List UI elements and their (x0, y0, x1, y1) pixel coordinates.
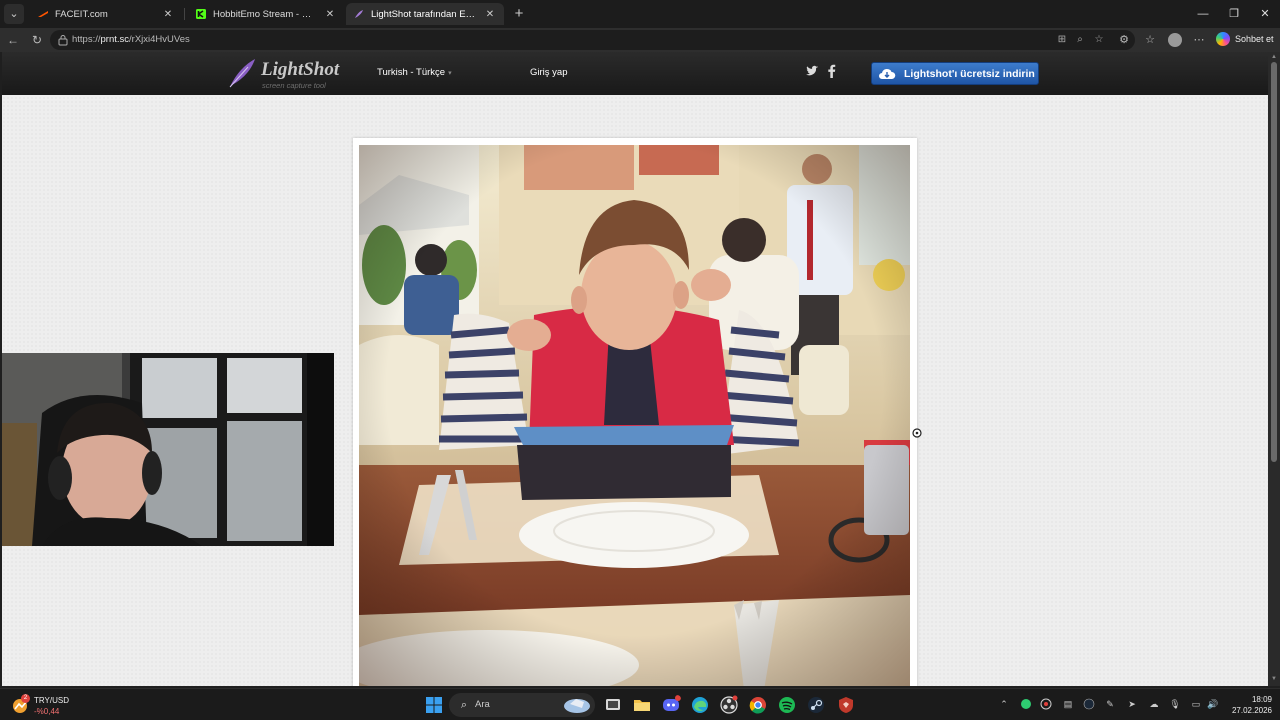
browser-toolbar: ← ↻ https://prnt.sc/rXjxi4HvUVes ⊞ ⌕ ☆ ⚙… (0, 28, 1280, 52)
spotify-icon[interactable] (777, 695, 797, 715)
faceit-icon (38, 11, 48, 17)
address-bar[interactable]: https://prnt.sc/rXjxi4HvUVes ⊞ ⌕ ☆ (50, 30, 1135, 50)
display-icon[interactable]: ▭ (1190, 698, 1202, 710)
chevron-down-icon: ▾ (448, 70, 452, 77)
language-label: Turkish - Türkçe (377, 67, 446, 78)
url-text: https://prnt.sc/rXjxi4HvUVes (72, 34, 190, 45)
tab-title: HobbitEmo Stream - Watch Live on Kick (213, 8, 318, 20)
lightshot-tray-icon[interactable]: ✎ (1104, 698, 1116, 710)
task-view-icon[interactable] (603, 695, 623, 715)
brand-tagline: screen capture tool (262, 81, 326, 90)
search-icon: ⌕ (460, 699, 468, 711)
tab-title: LightShot tarafından Ekran Görüntüsü (371, 8, 478, 20)
copilot-label: Sohbet et (1235, 34, 1274, 44)
new-tab-button[interactable]: + (510, 5, 528, 23)
restore-button[interactable]: ❐ (1217, 0, 1251, 28)
language-selector[interactable]: Turkish - Türkçe ▾ (377, 67, 452, 78)
tab-actions-menu[interactable]: ⌄ (4, 4, 24, 24)
clock-date: 27.02.2026 (1231, 706, 1272, 715)
tray-app-icon[interactable]: ▤ (1062, 698, 1074, 710)
close-icon[interactable]: ✕ (324, 9, 336, 20)
lightshot-icon (355, 10, 363, 18)
lock-icon (58, 35, 68, 46)
zoom-icon[interactable]: ⌕ (1074, 34, 1086, 46)
notification-badge: 2 (21, 694, 30, 703)
page-scrollbar[interactable]: ▲ ▼ (1268, 52, 1280, 686)
app-tray-icon[interactable] (1040, 698, 1052, 710)
tab-separator (184, 8, 185, 20)
chevron-up-icon[interactable]: ⌃ (998, 698, 1010, 710)
tab-strip: ⌄ FACEIT.com ✕ HobbitEmo Stream - Watch … (0, 0, 1280, 28)
lightshot-logo[interactable]: LightShot screen capture tool (228, 56, 343, 92)
edge-icon[interactable] (690, 695, 710, 715)
search-placeholder: Ara (475, 699, 490, 710)
widget-value: -%0,44 (34, 707, 60, 716)
copilot-button[interactable]: Sohbet et (1216, 32, 1274, 46)
screenshot-frame (353, 138, 922, 686)
security-shield-icon[interactable] (836, 695, 856, 715)
facebook-icon[interactable] (824, 64, 840, 80)
screenshot-image[interactable] (359, 145, 910, 686)
copilot-icon (1216, 32, 1230, 46)
network-tray-icon[interactable]: ☁ (1148, 698, 1160, 710)
volume-icon[interactable]: 🔊 (1207, 698, 1219, 710)
cloud-download-icon (879, 68, 896, 79)
arrow-tray-icon[interactable]: ➤ (1126, 698, 1138, 710)
back-arrow-icon[interactable]: ← (4, 31, 22, 49)
status-dot-icon[interactable] (1020, 698, 1032, 710)
download-label: Lightshot'ı ücretsiz indirin (904, 67, 1035, 80)
discord-icon[interactable] (661, 695, 681, 715)
refresh-icon[interactable]: ↻ (28, 31, 46, 49)
minimize-button[interactable]: — (1186, 0, 1220, 28)
more-options-icon[interactable]: ⋯ (1192, 33, 1206, 47)
close-icon[interactable]: ✕ (484, 9, 496, 20)
taskbar-search[interactable]: ⌕ Ara (449, 693, 595, 717)
extensions-icon[interactable]: ⚙ (1117, 33, 1131, 47)
scroll-up-icon[interactable]: ▲ (1270, 54, 1278, 62)
login-link[interactable]: Giriş yap (530, 67, 567, 78)
close-window-button[interactable]: ✕ (1248, 0, 1280, 28)
search-highlight-icon (564, 699, 590, 713)
close-icon[interactable]: ✕ (162, 9, 174, 20)
site-header: LightShot screen capture tool Turkish - … (2, 52, 1268, 95)
brand-name: LightShot (261, 59, 340, 80)
tab-lightshot[interactable]: LightShot tarafından Ekran Görüntüsü ✕ (346, 3, 504, 25)
twitter-icon[interactable] (804, 64, 820, 80)
favorites-icon[interactable]: ☆ (1143, 33, 1157, 47)
currency-widget[interactable]: 2 TRY/USD -%0,44 (12, 693, 72, 717)
system-clock[interactable]: 18:09 27.02.2026 (1226, 694, 1272, 716)
clock-time: 18:09 (1251, 695, 1272, 704)
feather-icon (229, 59, 255, 88)
steam-tray-icon[interactable] (1083, 698, 1095, 710)
microphone-icon[interactable]: 🎙 (1169, 698, 1181, 710)
profile-avatar[interactable] (1168, 33, 1182, 47)
download-button[interactable]: Lightshot'ı ücretsiz indirin (871, 62, 1039, 85)
scroll-down-icon[interactable]: ▼ (1270, 676, 1278, 684)
webcam-overlay (2, 353, 334, 546)
windows-start-icon[interactable] (424, 695, 444, 715)
tab-faceit[interactable]: FACEIT.com ✕ (30, 3, 182, 25)
widget-title: TRY/USD (34, 696, 69, 705)
tab-title: FACEIT.com (55, 8, 108, 20)
obs-icon[interactable] (719, 695, 739, 715)
tab-kick[interactable]: HobbitEmo Stream - Watch Live on Kick ✕ (188, 3, 344, 25)
app-available-icon[interactable]: ⊞ (1056, 34, 1068, 46)
taskbar: 2 TRY/USD -%0,44 ⌕ Ara ⌃ ▤ ✎ ➤ ☁ 🎙 ▭ 🔊 1… (0, 688, 1280, 720)
steam-icon[interactable] (806, 695, 826, 715)
chrome-icon[interactable] (748, 695, 768, 715)
kick-icon (196, 9, 206, 19)
favorite-star-icon[interactable]: ☆ (1093, 34, 1105, 46)
scrollbar-thumb[interactable] (1271, 62, 1277, 462)
file-explorer-icon[interactable] (632, 695, 652, 715)
cursor-icon (912, 428, 922, 438)
